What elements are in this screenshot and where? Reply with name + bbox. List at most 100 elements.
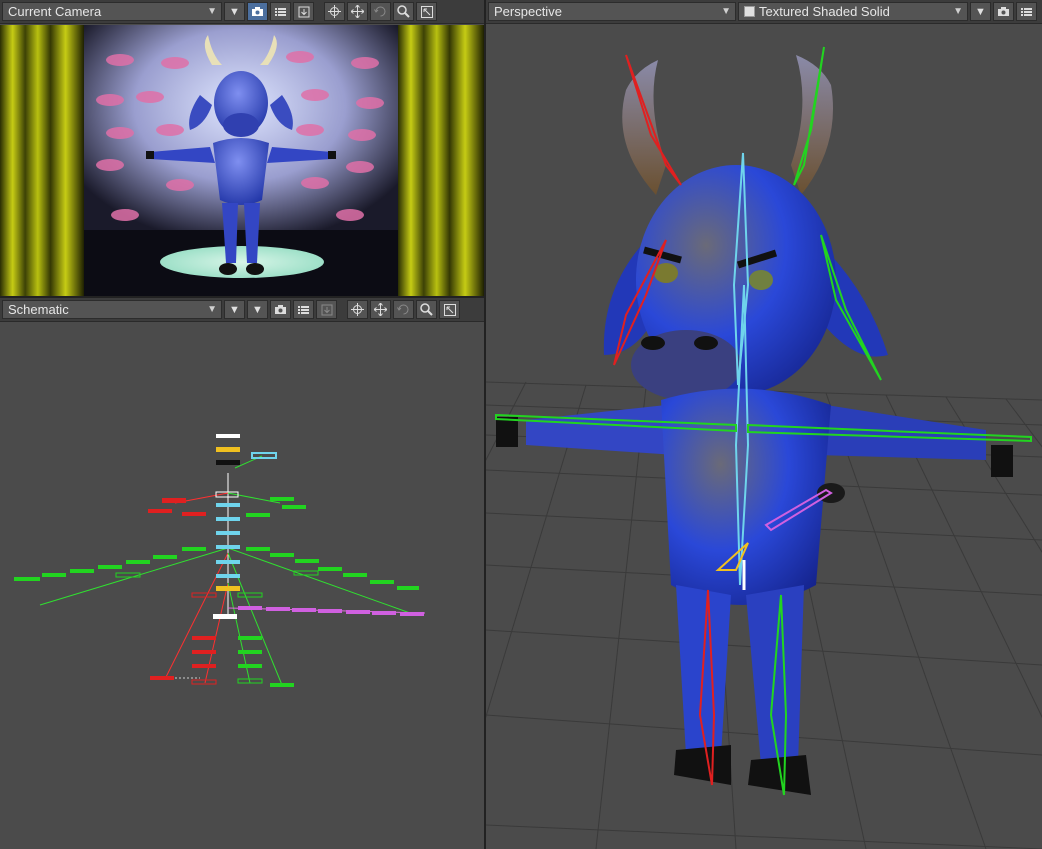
tail-bone-nodes bbox=[238, 606, 424, 616]
camera-viewport[interactable]: Current Camera ▼ ▼ bbox=[0, 0, 484, 296]
pan-view-button[interactable] bbox=[347, 2, 368, 21]
shading-mode-dropdown[interactable]: Textured Shaded Solid ▼ bbox=[738, 2, 968, 21]
rotate-view-button[interactable] bbox=[393, 300, 414, 319]
bone-node[interactable] bbox=[237, 592, 263, 598]
pan-view-button[interactable] bbox=[370, 300, 391, 319]
bone-node[interactable] bbox=[270, 497, 294, 501]
camera-render-view[interactable] bbox=[0, 25, 484, 296]
bone-node[interactable] bbox=[397, 586, 419, 590]
schematic-graph-area[interactable] bbox=[0, 323, 484, 849]
render-camera-button[interactable] bbox=[247, 2, 268, 21]
move-view-button[interactable] bbox=[324, 2, 345, 21]
view-type-dropdown[interactable]: Perspective ▼ bbox=[488, 2, 736, 21]
bone-node[interactable] bbox=[191, 592, 217, 598]
bone-node[interactable] bbox=[98, 565, 122, 569]
view-type-dropdown[interactable]: Current Camera ▼ bbox=[2, 2, 222, 21]
bone-node[interactable] bbox=[148, 509, 172, 513]
bone-node[interactable] bbox=[216, 545, 240, 549]
move-view-button[interactable] bbox=[347, 300, 368, 319]
bone-node[interactable] bbox=[70, 569, 94, 573]
bone-node[interactable] bbox=[153, 555, 177, 559]
bone-node[interactable] bbox=[292, 608, 316, 612]
bone-node[interactable] bbox=[270, 553, 294, 557]
shading-mode-icon bbox=[744, 6, 755, 17]
options-list-button[interactable] bbox=[270, 2, 291, 21]
bone-node[interactable] bbox=[343, 573, 367, 577]
bone-node[interactable] bbox=[216, 503, 240, 507]
bone-node[interactable] bbox=[266, 607, 290, 611]
bone-node[interactable] bbox=[192, 664, 216, 668]
bone-node[interactable] bbox=[216, 517, 240, 521]
bone-node[interactable] bbox=[126, 560, 150, 564]
bone-node[interactable] bbox=[318, 567, 342, 571]
schematic-options-dropdown-button[interactable]: ▼ bbox=[224, 300, 245, 319]
bone-node[interactable] bbox=[370, 580, 394, 584]
bone-node[interactable] bbox=[213, 614, 237, 619]
options-list-button[interactable] bbox=[1016, 2, 1037, 21]
schematic-secondary-dropdown-button[interactable]: ▼ bbox=[247, 300, 268, 319]
bone-node[interactable] bbox=[318, 609, 342, 613]
bone-node[interactable] bbox=[192, 636, 216, 640]
list-icon bbox=[298, 305, 309, 314]
maximize-icon bbox=[443, 303, 456, 316]
caret-down-icon: ▼ bbox=[953, 6, 963, 17]
bone-node[interactable] bbox=[216, 434, 240, 438]
maximize-icon bbox=[420, 5, 433, 18]
rotate-icon bbox=[397, 304, 409, 315]
bone-node[interactable] bbox=[192, 650, 216, 654]
camera-render-image bbox=[0, 25, 484, 296]
maximize-viewport-button[interactable] bbox=[416, 2, 437, 21]
perspective-3d-view[interactable] bbox=[486, 25, 1042, 849]
shading-options-dropdown-button[interactable]: ▼ bbox=[970, 2, 991, 21]
bone-node[interactable] bbox=[191, 679, 217, 685]
bone-node[interactable] bbox=[238, 664, 262, 668]
red-bone-nodes bbox=[148, 498, 217, 685]
schematic-viewport[interactable]: Schematic ▼ ▼ ▼ bbox=[0, 298, 484, 849]
rotate-view-button[interactable] bbox=[370, 2, 391, 21]
bone-node[interactable] bbox=[246, 547, 270, 551]
bone-node[interactable] bbox=[216, 531, 240, 535]
preview-render-button[interactable] bbox=[293, 2, 314, 21]
bone-node[interactable] bbox=[150, 676, 174, 680]
bone-node[interactable] bbox=[216, 447, 240, 452]
maximize-viewport-button[interactable] bbox=[439, 300, 460, 319]
bone-node[interactable] bbox=[346, 610, 370, 614]
bone-node[interactable] bbox=[182, 547, 206, 551]
render-camera-button[interactable] bbox=[993, 2, 1014, 21]
camera-select-dropdown-button[interactable]: ▼ bbox=[224, 2, 245, 21]
bone-node[interactable] bbox=[282, 505, 306, 509]
bone-node[interactable] bbox=[270, 683, 294, 687]
render-camera-button[interactable] bbox=[270, 300, 291, 319]
caret-down-icon: ▼ bbox=[721, 6, 731, 17]
zoom-view-button[interactable] bbox=[393, 2, 414, 21]
view-type-label: Schematic bbox=[8, 302, 69, 317]
bone-node[interactable] bbox=[238, 636, 262, 640]
bone-node[interactable] bbox=[216, 574, 240, 578]
bone-node[interactable] bbox=[295, 559, 319, 563]
camera-viewport-toolbar: Current Camera ▼ ▼ bbox=[0, 0, 484, 24]
view-type-dropdown[interactable]: Schematic ▼ bbox=[2, 300, 222, 319]
bone-node[interactable] bbox=[400, 612, 424, 616]
bone-node[interactable] bbox=[115, 572, 141, 578]
pan-icon bbox=[351, 5, 364, 18]
perspective-viewport[interactable]: Perspective ▼ Textured Shaded Solid ▼ ▼ bbox=[486, 0, 1042, 849]
bone-node[interactable] bbox=[372, 611, 396, 615]
camera-icon bbox=[252, 7, 263, 16]
bone-node[interactable] bbox=[216, 586, 240, 591]
bone-node[interactable] bbox=[216, 460, 240, 465]
render-icon bbox=[321, 304, 332, 315]
bone-node[interactable] bbox=[251, 452, 277, 459]
bone-node[interactable] bbox=[238, 650, 262, 654]
bone-node[interactable] bbox=[246, 513, 270, 517]
bone-node[interactable] bbox=[182, 512, 206, 516]
bone-node[interactable] bbox=[216, 560, 240, 564]
bone-node[interactable] bbox=[42, 573, 66, 577]
zoom-view-button[interactable] bbox=[416, 300, 437, 319]
preview-render-button[interactable] bbox=[316, 300, 337, 319]
bone-node[interactable] bbox=[238, 606, 262, 610]
zoom-icon bbox=[397, 5, 410, 18]
render-icon bbox=[298, 6, 309, 17]
bone-node[interactable] bbox=[14, 577, 40, 581]
bone-node[interactable] bbox=[162, 498, 186, 503]
options-list-button[interactable] bbox=[293, 300, 314, 319]
